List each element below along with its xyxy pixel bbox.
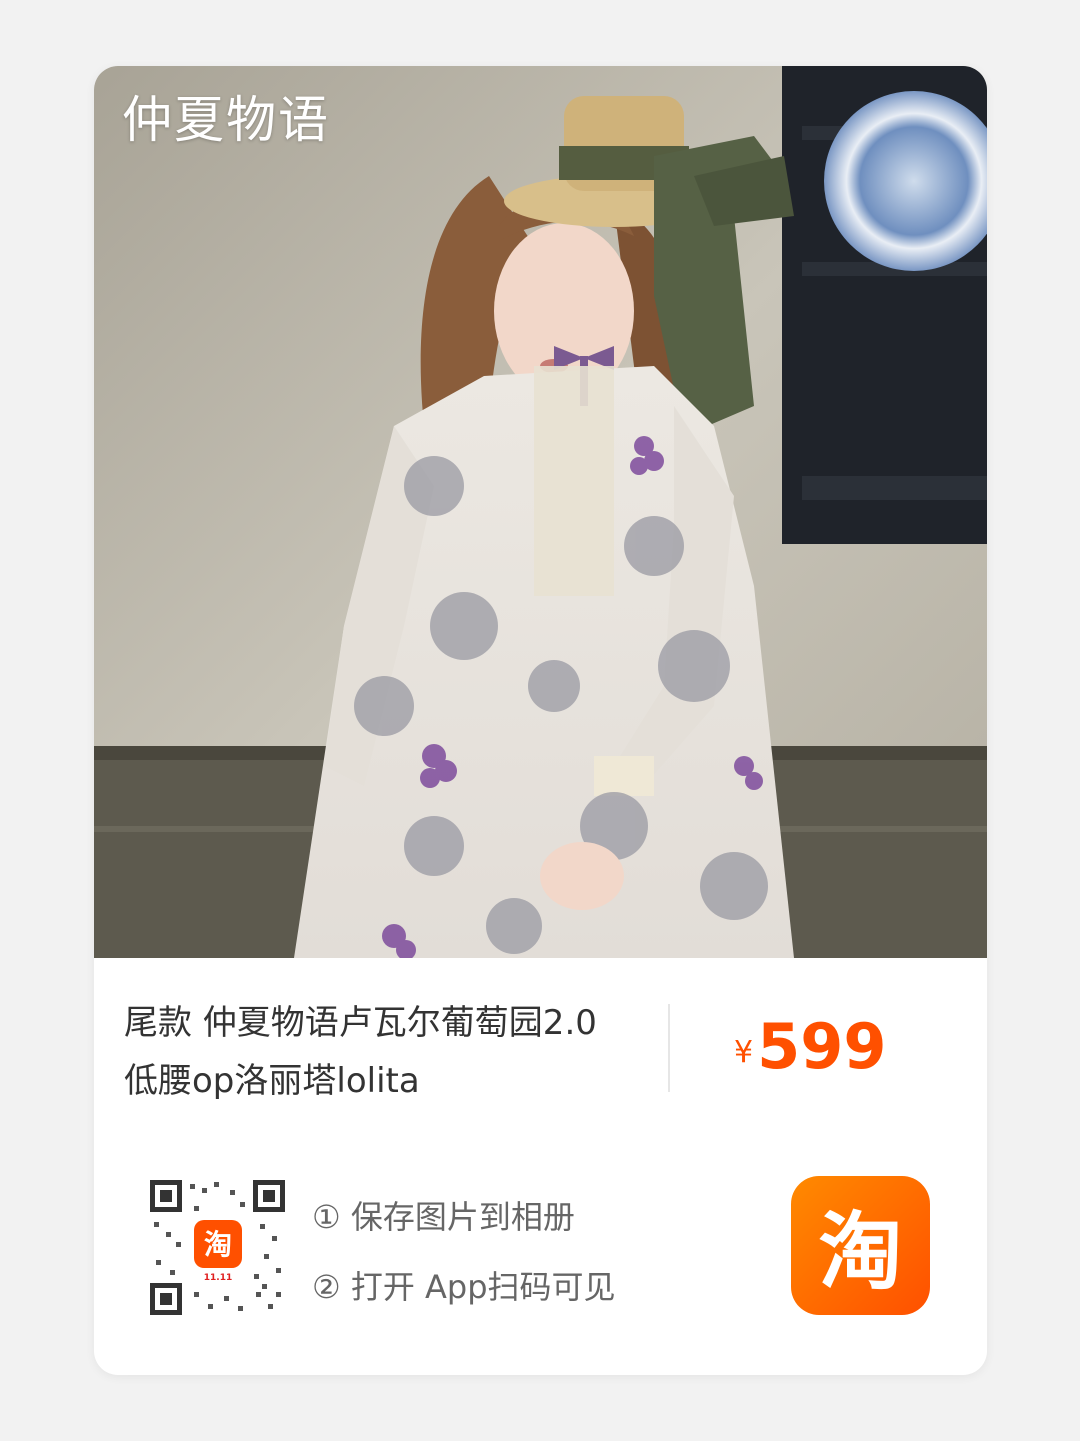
product-share-card: 仲夏物语 尾款 仲夏物语卢瓦尔葡萄园2.0低腰op洛丽塔lolita ¥599 — [94, 66, 987, 1375]
qr-code-icon[interactable]: 淘 11.11 — [150, 1180, 285, 1315]
step-open-app-scan: ② 打开 App扫码可见 — [312, 1268, 616, 1306]
price-amount: 599 — [757, 1010, 887, 1083]
price-currency: ¥ — [734, 1035, 754, 1070]
product-photo[interactable]: 仲夏物语 — [94, 66, 987, 958]
step-save-image: ① 保存图片到相册 — [312, 1198, 575, 1236]
product-title[interactable]: 尾款 仲夏物语卢瓦尔葡萄园2.0低腰op洛丽塔lolita — [124, 994, 624, 1110]
qr-badge-label: 11.11 — [204, 1273, 232, 1283]
taobao-app-glyph: 淘 — [818, 1203, 903, 1301]
taobao-app-icon[interactable]: 淘 — [791, 1176, 930, 1315]
product-price: ¥599 — [734, 1010, 887, 1083]
product-photo-illustration — [94, 66, 987, 958]
brand-watermark: 仲夏物语 — [122, 91, 330, 149]
divider — [668, 1004, 670, 1092]
qr-badge-glyph: 淘 — [204, 1228, 232, 1261]
